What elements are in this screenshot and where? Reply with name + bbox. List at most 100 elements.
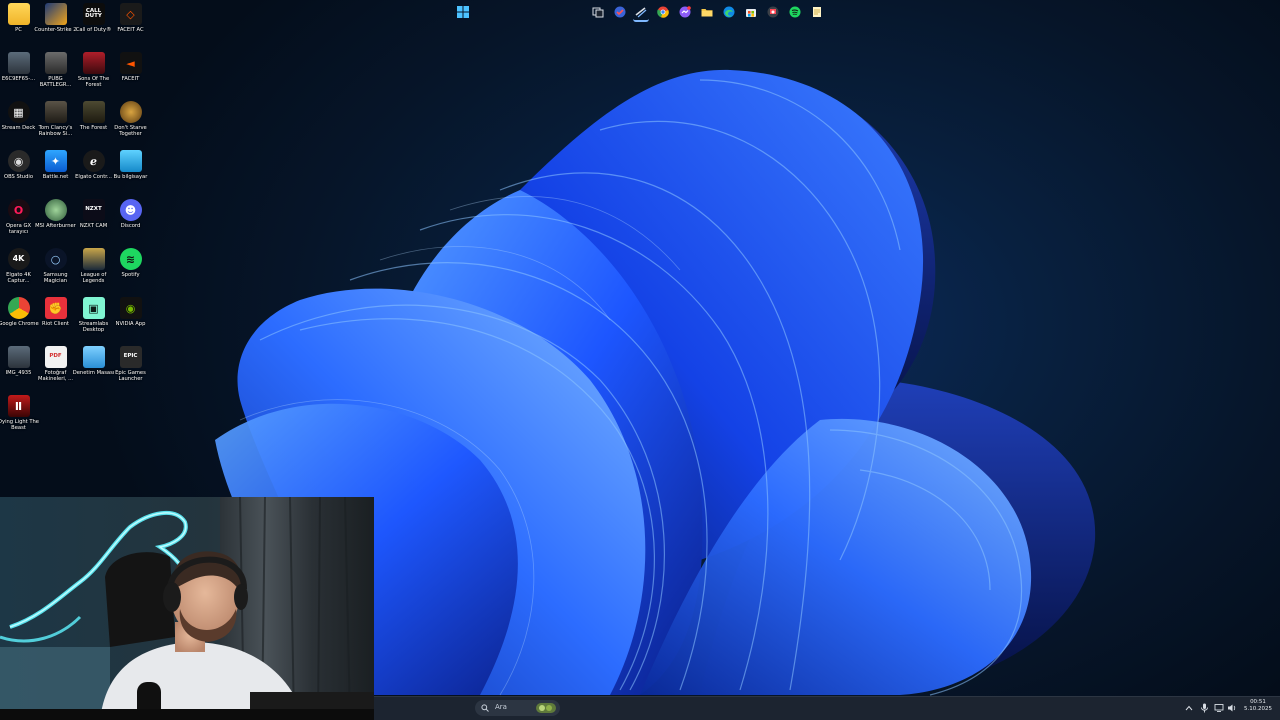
desktop-icon-battlenet[interactable]: ✦ Battle.net — [37, 150, 74, 199]
desktop-icon-label: Dying Light The Beast — [0, 419, 39, 432]
network-icon[interactable] — [1214, 703, 1224, 713]
taskbar-app-file-explorer[interactable] — [699, 4, 715, 20]
taskbar-app-messenger[interactable] — [677, 4, 693, 20]
desktop-icon-riot-client[interactable]: ✊ Riot Client — [37, 297, 74, 346]
desktop-icon-label: NVIDIA App — [115, 321, 146, 327]
taskbar-search-box[interactable]: Ara — [475, 700, 560, 716]
desktop-icon-label: FACEIT AC — [117, 27, 144, 33]
call-of-duty-icon: CALL DUTY — [82, 3, 105, 25]
desktop-icon-call-of-duty[interactable]: CALL DUTY Call of Duty® — [75, 3, 112, 52]
desktop-icon-pubg[interactable]: PUBG BATTLEGR... — [37, 52, 74, 101]
desktop-icon-elgato-4k-capture[interactable]: 4K Elgato 4K Captur... — [0, 248, 37, 297]
task-view-icon — [592, 7, 604, 18]
desktop-icon-league-of-legends[interactable]: League of Legends — [75, 248, 112, 297]
volume-icon[interactable] — [1227, 703, 1237, 713]
desktop-icon-pc[interactable]: PC — [0, 3, 37, 52]
stream-deck-icon: ▦ — [7, 101, 30, 123]
taskbar-app-tasks[interactable] — [612, 4, 628, 20]
faceit-ac-icon: ◇ — [119, 3, 142, 25]
dying-light-icon: Ⅱ — [7, 395, 30, 417]
the-forest-icon — [82, 101, 105, 123]
webcam-overlay — [0, 497, 374, 720]
desktop-icon-dont-starve-together[interactable]: Don't Starve Together — [112, 101, 149, 150]
desktop-icon-the-forest[interactable]: The Forest — [75, 101, 112, 150]
desktop-icon-img-4935[interactable]: IMG_4935 — [0, 346, 37, 395]
taskbar-app-edge[interactable] — [721, 4, 737, 20]
folder-icon — [7, 3, 30, 25]
desktop-icon-stream-deck[interactable]: ▦ Stream Deck — [0, 101, 37, 150]
desktop-icon-nzxt-cam[interactable]: NZXT NZXT CAM — [75, 199, 112, 248]
taskbar-app-spotify[interactable] — [787, 4, 803, 20]
samsung-magician-icon: ○ — [44, 248, 67, 270]
search-placeholder: Ara — [495, 703, 507, 711]
desktop-icon-discord[interactable]: ☻ Discord — [112, 199, 149, 248]
dont-starve-icon — [119, 101, 142, 123]
desktop-icon-dying-light[interactable]: Ⅱ Dying Light The Beast — [0, 395, 39, 444]
chevron-up-icon[interactable] — [1185, 704, 1193, 712]
microphone-icon[interactable] — [1200, 703, 1209, 713]
task-view-button[interactable] — [590, 4, 606, 20]
taskbar-app-steam[interactable] — [633, 4, 649, 22]
desktop-icon-label: FACEIT — [121, 76, 140, 82]
desktop-icon-denetim-masasi[interactable]: Denetim Masası — [73, 346, 114, 395]
nvidia-icon: ◉ — [119, 297, 142, 319]
taskbar-clock[interactable]: 00:51 5.10.2025 — [1240, 699, 1276, 713]
file-explorer-icon — [701, 9, 713, 17]
start-button[interactable] — [455, 4, 471, 20]
spotify-icon — [789, 6, 801, 18]
chrome-icon — [7, 297, 30, 319]
start-icon — [457, 6, 469, 18]
faceit-icon: ◄ — [119, 52, 142, 74]
riot-client-icon: ✊ — [44, 297, 67, 319]
desktop-icon-image-file[interactable]: E6C9EF65-... — [0, 52, 37, 101]
desktop-icon-spotify[interactable]: ≋ Spotify — [112, 248, 149, 297]
chrome-icon — [657, 6, 669, 18]
desktop-icon-obs-studio[interactable]: ◉ OBS Studio — [0, 150, 37, 199]
discord-icon: ☻ — [119, 199, 142, 221]
desktop-icon-counter-strike-2[interactable]: Counter-Strike 2 — [34, 3, 77, 52]
taskbar-app-chrome[interactable] — [655, 4, 671, 20]
clock-date: 5.10.2025 — [1244, 706, 1272, 712]
desktop-icon-label: Don't Starve Together — [114, 125, 147, 138]
taskbar-app-riot[interactable] — [765, 4, 781, 20]
spotify-icon: ≋ — [119, 248, 142, 270]
search-highlight-icon — [536, 703, 556, 713]
control-panel-icon — [82, 346, 105, 368]
taskbar-app-store[interactable] — [743, 4, 759, 20]
opera-gx-icon: O — [7, 199, 30, 221]
desktop-icon-opera-gx[interactable]: O Opera GX tarayıcı — [0, 199, 37, 248]
desktop[interactable]: PC Counter-Strike 2 CALL DUTY Call of Duty®… — [0, 0, 1280, 720]
desktop-icon-faceit-ac[interactable]: ◇ FACEIT AC — [112, 3, 149, 52]
desktop-icon-epic-games[interactable]: EPIC Epic Games Launcher — [112, 346, 149, 395]
streamlabs-icon: ▣ — [82, 297, 105, 319]
desktop-icon-elgato-control[interactable]: ℯ Elgato Contr... — [75, 150, 112, 199]
desktop-icon-bu-bilgisayar[interactable]: Bu bilgisayar — [112, 150, 149, 199]
obs-icon: ◉ — [7, 150, 30, 172]
riot-icon — [767, 6, 779, 18]
store-icon — [746, 9, 756, 17]
desktop-icon-label: Bu bilgisayar — [113, 174, 148, 180]
desktop-icon-google-chrome[interactable]: Google Chrome — [0, 297, 39, 346]
desktop-icon-rainbow-six[interactable]: Tom Clancy's Rainbow Si... — [37, 101, 74, 150]
clock-time: 00:51 — [1250, 699, 1266, 705]
msi-afterburner-icon — [44, 199, 67, 221]
desktop-icon-faceit[interactable]: ◄ FACEIT — [112, 52, 149, 101]
pdf-icon: PDF — [44, 346, 67, 368]
desktop-icon-nvidia-app[interactable]: ◉ NVIDIA App — [112, 297, 149, 346]
taskbar-app-notes[interactable] — [809, 4, 825, 20]
pubg-icon — [44, 52, 67, 74]
elgato-4k-icon: 4K — [7, 248, 30, 270]
desktop-icon-fotograf-makineleri[interactable]: PDF Fotoğraf Makineleri, ... — [37, 346, 74, 395]
desktop-icon-grid: PC Counter-Strike 2 CALL DUTY Call of Duty®… — [0, 0, 150, 500]
image-file-icon — [7, 52, 30, 74]
desktop-icon-streamlabs[interactable]: ▣ Streamlabs Desktop — [75, 297, 112, 346]
steam-icon — [635, 7, 647, 18]
monitor-icon — [119, 150, 142, 172]
elgato-icon: ℯ — [82, 150, 105, 172]
desktop-icon-msi-afterburner[interactable]: MSI Afterburner — [35, 199, 76, 248]
webcam-feed-image — [0, 497, 374, 720]
desktop-icon-label: Discord — [120, 223, 141, 229]
desktop-icon-sons-of-the-forest[interactable]: Sons Of The Forest — [75, 52, 112, 101]
desktop-icon-samsung-magician[interactable]: ○ Samsung Magician — [37, 248, 74, 297]
battlenet-icon: ✦ — [44, 150, 67, 172]
